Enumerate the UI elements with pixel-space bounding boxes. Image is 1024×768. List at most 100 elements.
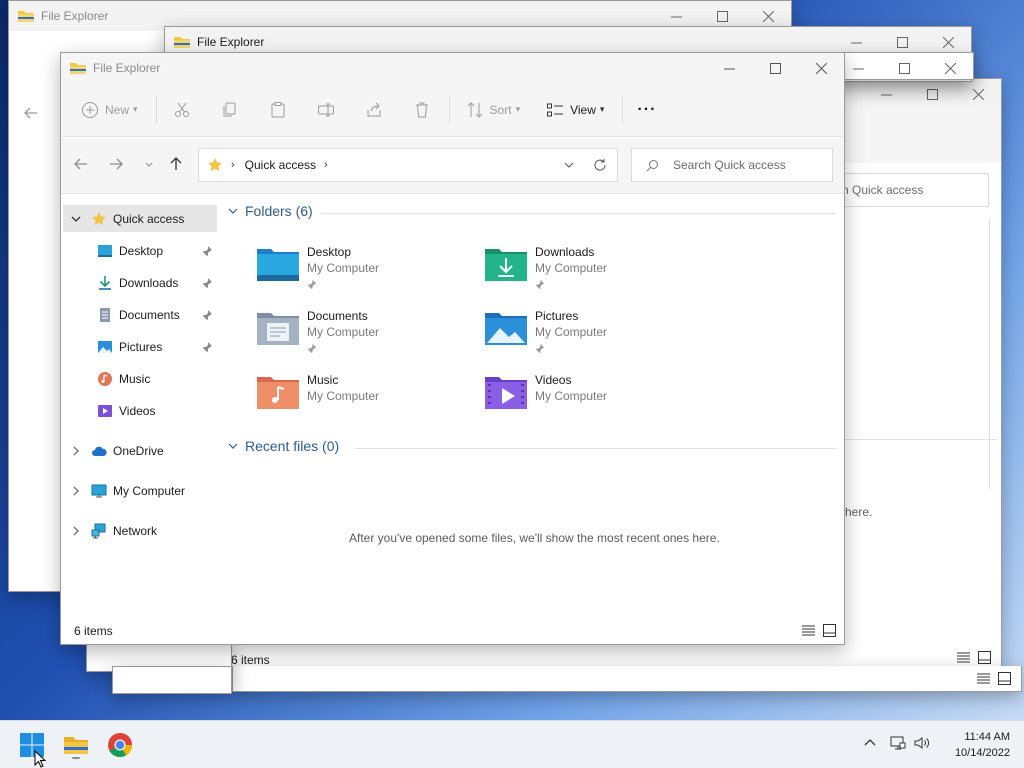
network-status-button[interactable] <box>890 735 906 754</box>
delete-button[interactable] <box>413 92 431 128</box>
close-button[interactable] <box>955 79 1001 109</box>
folder-location: My Computer <box>535 389 608 403</box>
folder-tile-documents[interactable]: Documents My Computer <box>257 305 477 365</box>
pictures-folder-icon <box>485 313 527 345</box>
maximize-button[interactable] <box>909 79 955 109</box>
copy-button[interactable] <box>221 92 239 128</box>
file-explorer-window-edge <box>112 666 232 694</box>
forward-button[interactable] <box>108 156 124 175</box>
clock[interactable]: 11:44 AM 10/14/2022 <box>955 729 1010 761</box>
document-icon <box>100 307 110 322</box>
details-view-icon[interactable] <box>977 672 990 685</box>
folder-tile-desktop[interactable]: Desktop My Computer <box>257 241 477 301</box>
more-options-button[interactable]: ··· <box>637 92 656 128</box>
sidebar-item-videos[interactable]: Videos <box>63 397 217 424</box>
refresh-icon[interactable] <box>593 158 607 172</box>
taskbar-chrome[interactable] <box>104 729 136 761</box>
tiles-view-icon[interactable] <box>978 651 991 664</box>
close-icon <box>972 88 984 100</box>
folder-tile-videos[interactable]: Videos My Computer <box>485 369 705 429</box>
recent-locations-button[interactable] <box>141 156 157 175</box>
folder-tile-pictures[interactable]: Pictures My Computer <box>485 305 705 365</box>
view-button[interactable]: View ▾ <box>546 92 604 128</box>
chevron-right-icon[interactable] <box>71 446 81 456</box>
tiles-view-icon[interactable] <box>998 672 1011 685</box>
close-button[interactable] <box>798 53 844 83</box>
sidebar-item-label: Documents <box>119 307 180 322</box>
sidebar-item-label: Network <box>113 523 158 538</box>
sidebar-item-onedrive[interactable]: OneDrive <box>63 437 217 464</box>
section-title: Recent files (0) <box>245 438 340 454</box>
chrome-icon <box>108 733 132 758</box>
maximize-icon <box>769 62 781 74</box>
documents-folder-icon <box>257 313 299 345</box>
minimize-icon <box>670 16 682 17</box>
chevron-right-icon[interactable] <box>71 526 81 536</box>
chevron-down-icon[interactable] <box>71 214 81 224</box>
cut-button[interactable] <box>173 92 191 128</box>
maximize-button[interactable] <box>881 53 927 79</box>
sidebar-item-pictures[interactable]: Pictures <box>63 333 217 360</box>
divider <box>989 219 990 489</box>
new-button[interactable]: New ▾ <box>81 92 138 128</box>
sidebar-item-network[interactable]: Network <box>63 517 217 544</box>
volume-button[interactable] <box>914 735 930 754</box>
close-button[interactable] <box>927 53 973 79</box>
folders-section-header[interactable]: Folders (6) <box>227 203 313 219</box>
trash-icon <box>415 102 428 117</box>
sidebar-item-quick-access[interactable]: Quick access <box>63 205 217 232</box>
tiles-view-icon[interactable] <box>823 624 836 637</box>
folder-location: My Computer <box>535 325 608 339</box>
folder-tile-music[interactable]: Music My Computer <box>257 369 477 429</box>
address-dropdown-icon[interactable] <box>563 159 575 171</box>
navigation-pane: Quick access Desktop Downloads Documents… <box>61 195 221 618</box>
minimize-button[interactable] <box>863 79 909 109</box>
download-icon <box>99 275 111 290</box>
chevron-right-icon: › <box>231 159 235 171</box>
sidebar-item-label: OneDrive <box>113 443 164 458</box>
minimize-icon <box>852 68 864 69</box>
up-button[interactable] <box>168 156 184 175</box>
file-explorer-window[interactable]: File Explorer New ▾ Sort ▾ View ▾ ··· › … <box>60 52 845 645</box>
file-explorer-window-back-4[interactable] <box>232 666 1022 692</box>
sidebar-item-music[interactable]: Music <box>63 365 217 392</box>
back-arrow-icon[interactable] <box>23 105 39 121</box>
folder-location: My Computer <box>307 261 380 275</box>
maximize-icon <box>716 10 728 22</box>
show-hidden-icons-button[interactable] <box>862 735 878 754</box>
chevron-right-icon[interactable] <box>71 486 81 496</box>
sidebar-item-label: Downloads <box>119 275 179 290</box>
sidebar-item-my-computer[interactable]: My Computer <box>63 477 217 504</box>
pin-icon <box>203 278 212 288</box>
pin-icon <box>203 342 212 352</box>
back-button[interactable] <box>73 156 89 175</box>
music-folder-icon <box>257 377 299 409</box>
sidebar-item-documents[interactable]: Documents <box>63 301 217 328</box>
sidebar-item-label: Videos <box>119 403 156 418</box>
title-bar[interactable]: File Explorer <box>61 53 844 83</box>
sidebar-item-downloads[interactable]: Downloads <box>63 269 217 296</box>
file-explorer-window-edge[interactable] <box>840 52 974 80</box>
minimize-button[interactable] <box>840 53 881 79</box>
folder-tile-downloads[interactable]: Downloads My Computer <box>485 241 705 301</box>
sidebar-item-desktop[interactable]: Desktop <box>63 237 217 264</box>
address-bar[interactable]: › Quick access › <box>198 148 618 182</box>
chevron-down-icon <box>145 162 153 167</box>
maximize-button[interactable] <box>752 53 798 83</box>
paste-button[interactable] <box>269 92 287 128</box>
section-divider <box>321 213 836 214</box>
folder-name: Downloads <box>535 245 595 259</box>
taskbar-file-explorer[interactable] <box>60 729 92 761</box>
breadcrumb-quick-access[interactable]: Quick access <box>245 158 316 172</box>
details-view-icon[interactable] <box>802 624 815 637</box>
minimize-icon <box>880 94 892 95</box>
details-view-icon[interactable] <box>957 651 970 664</box>
sort-button[interactable]: Sort ▾ <box>466 92 520 128</box>
rename-button[interactable] <box>317 92 335 128</box>
search-box[interactable]: Search Quick access <box>631 148 833 182</box>
share-button[interactable] <box>365 92 383 128</box>
folder-location: My Computer <box>307 325 380 339</box>
recent-files-section-header[interactable]: Recent files (0) <box>227 438 339 454</box>
sidebar-item-label: Music <box>119 371 151 386</box>
minimize-button[interactable] <box>706 53 752 83</box>
